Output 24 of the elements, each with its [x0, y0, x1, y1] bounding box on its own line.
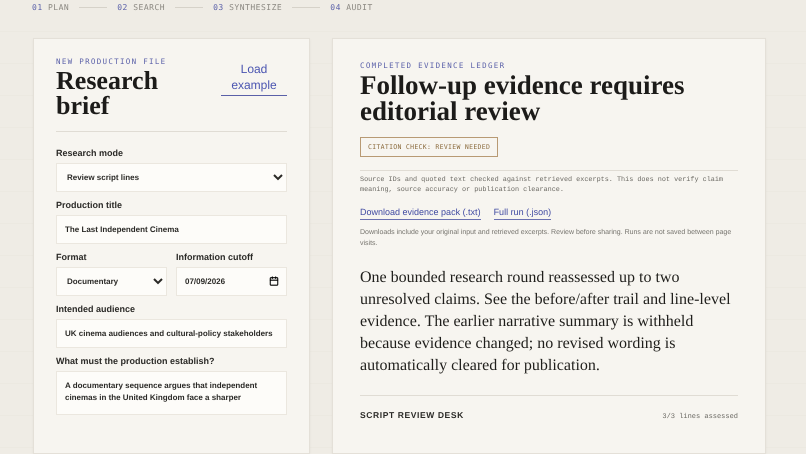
step-label: 03 SYNTHESIZE: [213, 2, 282, 12]
card-title: Follow-up evidence requires editorial review: [360, 72, 686, 124]
step-label: 04 AUDIT: [330, 2, 373, 12]
summary-paragraph: One bounded research round reassessed up to two unresolved claims. See the before/after trail and line-level evidence. The earlier narrative summary is withheld because evidence changed; no revised wording is automatically cleared for publication.: [360, 268, 732, 376]
step-label: 01 PLAN: [32, 2, 70, 12]
card-title: Research brief: [56, 68, 160, 118]
date-field[interactable]: 07/09/2026: [176, 267, 287, 296]
text-area[interactable]: A documentary sequence argues that independent cinemas in the United Kingdom face a sharper: [56, 371, 287, 415]
input-field[interactable]: UK cinema audiences and cultural-policy stakeholders: [56, 319, 287, 348]
field-label: Format: [56, 252, 88, 262]
section-title: SCRIPT REVIEW DESK: [360, 410, 464, 420]
download-link[interactable]: Download evidence pack (.txt): [360, 207, 481, 220]
field-label: Information cutoff: [176, 252, 254, 262]
calendar-icon[interactable]: [269, 276, 279, 286]
download-link[interactable]: Full run (.json): [494, 207, 552, 220]
field-label: Production title: [56, 200, 123, 210]
field-label: Intended audience: [56, 304, 136, 314]
step-label: 02 SEARCH: [117, 2, 166, 12]
load-example-link[interactable]: Load example: [221, 61, 287, 96]
field-label: What must the production establish?: [56, 356, 216, 366]
field-label: Research mode: [56, 148, 124, 158]
input-field[interactable]: The Last Independent Cinema: [56, 215, 287, 244]
select-field[interactable]: Documentary: [56, 267, 167, 296]
select-field[interactable]: Review script lines: [56, 163, 287, 192]
